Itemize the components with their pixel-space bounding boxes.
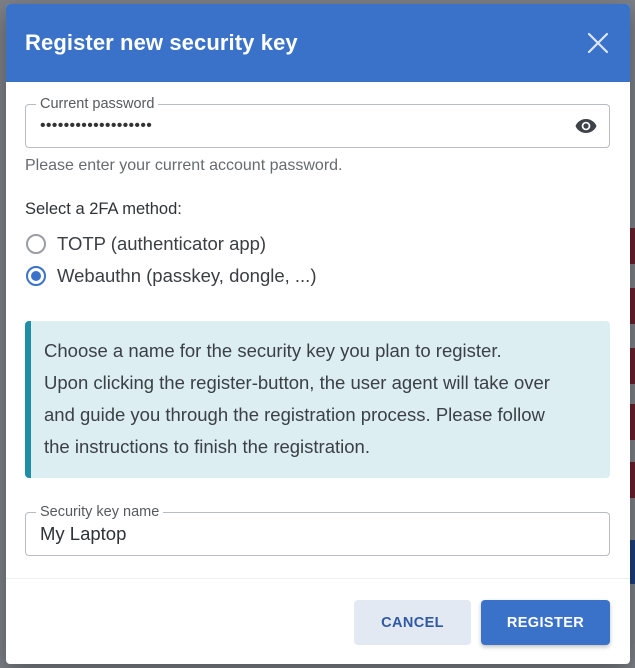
info-alert: Choose a name for the security key you p… — [25, 321, 610, 478]
radio-button-totp[interactable] — [26, 234, 46, 254]
current-password-label: Current password — [36, 95, 159, 113]
radio-button-webauthn[interactable] — [26, 266, 46, 286]
close-button[interactable] — [584, 29, 612, 57]
radio-option-totp[interactable]: TOTP (authenticator app) — [25, 228, 610, 260]
radio-label-webauthn: Webauthn (passkey, dongle, ...) — [57, 265, 317, 286]
2fa-method-label: Select a 2FA method: — [25, 200, 182, 218]
toggle-password-visibility-button[interactable] — [573, 113, 599, 139]
info-line: Upon clicking the register-button, the u… — [44, 372, 550, 393]
dialog-header: Register new security key — [6, 4, 630, 82]
register-security-key-dialog: Register new security key Current passwo… — [6, 4, 630, 664]
password-helper-text: Please enter your current account passwo… — [25, 157, 343, 174]
eye-icon — [575, 119, 597, 133]
dialog-footer: CANCEL REGISTER — [354, 600, 610, 645]
info-line: the instructions to finish the registrat… — [44, 436, 370, 457]
info-line: Choose a name for the security key you p… — [44, 340, 502, 361]
2fa-method-radio-group: TOTP (authenticator app) Webauthn (passk… — [25, 228, 610, 292]
cancel-button[interactable]: CANCEL — [354, 600, 471, 645]
register-button[interactable]: REGISTER — [481, 600, 610, 645]
security-key-name-label: Security key name — [36, 503, 164, 521]
current-password-field[interactable]: Current password ••••••••••••••••••• — [25, 95, 610, 148]
footer-divider — [6, 578, 630, 579]
dialog-title: Register new security key — [25, 30, 298, 55]
info-line: and guide you through the registration p… — [44, 404, 545, 425]
dialog-body: Current password ••••••••••••••••••• Ple… — [6, 82, 630, 556]
current-password-input[interactable]: ••••••••••••••••••• — [40, 117, 573, 135]
security-key-name-input[interactable]: My Laptop — [40, 523, 126, 545]
radio-label-totp: TOTP (authenticator app) — [57, 233, 267, 254]
close-icon — [587, 32, 609, 54]
security-key-name-field[interactable]: Security key name My Laptop — [25, 503, 610, 556]
radio-option-webauthn[interactable]: Webauthn (passkey, dongle, ...) — [25, 260, 610, 292]
